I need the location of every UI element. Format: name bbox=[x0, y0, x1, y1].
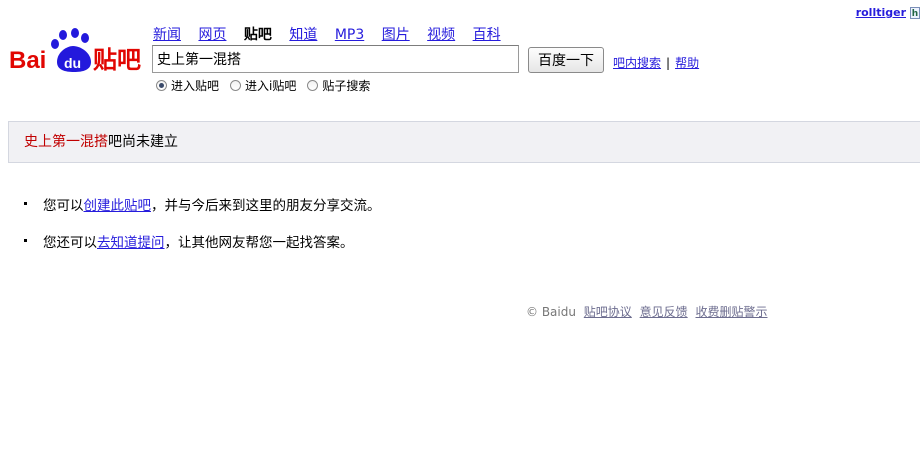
line2-prefix: 您还可以 bbox=[43, 234, 97, 251]
footer: © Baidu 贴吧协议 意见反馈 收费删贴警示 bbox=[526, 303, 768, 320]
nav-item-video[interactable]: 视频 bbox=[427, 27, 455, 43]
bullet-icon bbox=[24, 239, 27, 242]
line2-suffix: ，让其他网友帮您一起找答案。 bbox=[164, 234, 354, 251]
bar-name: 史上第一混搭 bbox=[24, 134, 108, 150]
inner-search-link[interactable]: 吧内搜索 bbox=[613, 56, 661, 70]
nav-item-baike[interactable]: 百科 bbox=[473, 27, 501, 43]
list-item: 您还可以 去知道提问 ，让其他网友帮您一起找答案。 bbox=[24, 231, 381, 251]
line1-suffix: ，并与今后来到这里的朋友分享交流。 bbox=[151, 197, 381, 214]
logo-tieba-text: 贴吧 bbox=[93, 46, 141, 74]
line1-prefix: 您可以 bbox=[43, 197, 84, 214]
logo-bai-text: Bai bbox=[9, 47, 46, 74]
nav-item-mp3[interactable]: MP3 bbox=[335, 27, 364, 43]
top-nav: 新闻 网页 贴吧 知道 MP3 图片 视频 百科 bbox=[153, 24, 514, 44]
copyright: © Baidu bbox=[526, 305, 576, 319]
notice-text: 吧尚未建立 bbox=[108, 134, 178, 150]
nav-item-images[interactable]: 图片 bbox=[382, 27, 410, 43]
suggestion-list: 您可以 创建此贴吧 ，并与今后来到这里的朋友分享交流。 您还可以 去知道提问 ，让其他网… bbox=[24, 194, 381, 268]
bullet-icon bbox=[24, 202, 27, 205]
radio-post-search[interactable]: 贴子搜索 bbox=[307, 77, 370, 94]
nav-item-web[interactable]: 网页 bbox=[198, 27, 226, 43]
user-link-area: rolltiger bbox=[856, 6, 906, 19]
search-input[interactable] bbox=[152, 45, 519, 73]
radio-label: 进入贴吧 bbox=[171, 79, 220, 93]
nav-item-tieba: 贴吧 bbox=[243, 27, 272, 43]
help-link[interactable]: 帮助 bbox=[675, 56, 699, 70]
nav-item-news[interactable]: 新闻 bbox=[153, 27, 181, 43]
radio-label: 进入i贴吧 bbox=[245, 79, 297, 93]
radio-enter-itieba[interactable]: 进入i贴吧 bbox=[230, 77, 296, 94]
footer-link-agreement[interactable]: 贴吧协议 bbox=[584, 305, 632, 319]
ask-zhidao-link[interactable]: 去知道提问 bbox=[97, 231, 165, 251]
list-item: 您可以 创建此贴吧 ，并与今后来到这里的朋友分享交流。 bbox=[24, 194, 381, 214]
separator: | bbox=[666, 56, 671, 70]
radio-enter-tieba[interactable]: 进入贴吧 bbox=[156, 77, 219, 94]
radio-label: 贴子搜索 bbox=[322, 79, 371, 93]
user-badge-icon[interactable]: h bbox=[910, 7, 920, 19]
search-tools: 吧内搜索 | 帮助 bbox=[613, 54, 699, 71]
footer-link-feedback[interactable]: 意见反馈 bbox=[640, 305, 688, 319]
baidu-tieba-logo[interactable]: du Bai 贴吧 bbox=[9, 26, 145, 74]
logo-du-text: du bbox=[64, 55, 81, 71]
username-link[interactable]: rolltiger bbox=[856, 6, 906, 19]
create-bar-link[interactable]: 创建此贴吧 bbox=[84, 194, 152, 214]
radio-checked-icon[interactable] bbox=[156, 80, 167, 91]
radio-unchecked-icon[interactable] bbox=[230, 80, 242, 91]
notice-bar: 史上第一混搭吧尚未建立 bbox=[8, 121, 920, 163]
search-button[interactable]: 百度一下 bbox=[528, 47, 604, 73]
search-mode-radios: 进入贴吧 进入i贴吧 贴子搜索 bbox=[156, 77, 381, 94]
footer-link-paid-deletion-warning[interactable]: 收费删贴警示 bbox=[695, 305, 767, 319]
nav-item-zhidao[interactable]: 知道 bbox=[289, 27, 317, 43]
radio-unchecked-icon[interactable] bbox=[307, 80, 319, 91]
